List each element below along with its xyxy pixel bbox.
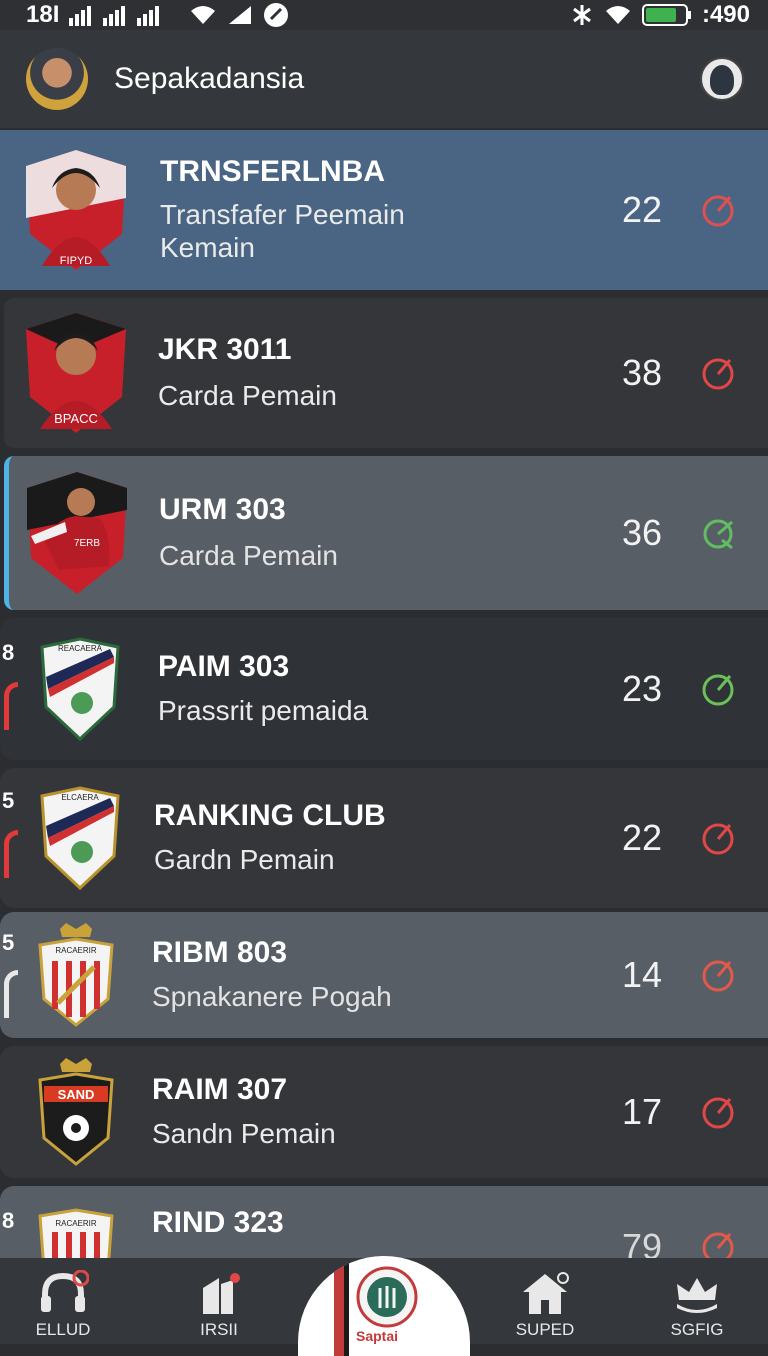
crest-text: REACAERA [58,644,103,653]
row-subtitle: Carda Pemain [158,380,337,412]
headset-icon [41,1270,89,1312]
nav-label: SUPED [515,1320,575,1339]
nav-item-ellud[interactable]: ELLUD [8,1258,118,1344]
side-marker [4,970,18,1018]
row-title: RANKING CLUB [154,798,386,832]
crest-text: ELCAERA [61,793,99,802]
row-title: PAIM 303 [158,649,290,683]
club-crest-icon: REACAERA [40,637,120,741]
crest-text: RACAERIR [55,1219,97,1228]
club-crest-icon: ELCAERA [40,786,120,890]
list-item[interactable]: 5 ELCAERA RANKING CLUB Gardn Pemain 22 [0,768,768,908]
nav-item-sgfig[interactable]: SGFIG [642,1258,752,1344]
row-title: RAIM 307 [152,1072,288,1106]
bluetooth-icon [573,5,591,25]
nav-item-irsii[interactable]: IRSII [164,1258,274,1344]
app-title: Sepakadansia [114,62,305,95]
crest-text: FIPYD [60,255,92,267]
signal-icon [69,6,160,26]
nav-label: ELLUD [35,1320,91,1339]
cell-triangle-icon [229,6,252,24]
nav-label: SGFIG [670,1320,724,1339]
profile-icon[interactable] [700,57,744,101]
list-item[interactable]: SAND RAIM 307 Sandn Pemain 17 [0,1046,768,1178]
side-number: 5 [2,930,15,955]
list-item[interactable]: 7ERB URM 303 Carda Pemain 36 [4,456,768,610]
row-subtitle: Gardn Pemain [154,844,335,876]
row-subtitle: Spnakanere Pogah [152,981,392,1013]
player-crest-icon: FIPYD [26,150,126,270]
row-subtitle: Carda Pemain [159,540,338,572]
row-title: URM 303 [159,492,286,526]
home-icon [523,1272,569,1314]
nav-label: Saptai [356,1328,399,1344]
list-item[interactable]: 5 RACAERIR RIBM 803 Spnakanere Pogah 14 [0,912,768,1038]
row-title: JKR 3011 [158,332,292,366]
row-count: 17 [621,1091,662,1132]
crest-text: BPACC [54,411,98,426]
status-time: 18I [26,1,60,28]
nav-item-suped[interactable]: SUPED [490,1258,600,1344]
row-count: 22 [621,817,662,858]
nav-label: IRSII [200,1320,238,1339]
side-number: 8 [2,640,15,665]
battery-level: :490 [701,1,750,28]
club-crest-icon: RACAERIR [38,923,114,1027]
row-count: 22 [621,189,662,230]
row-subtitle: Sandn Pemain [152,1118,336,1150]
battery-icon [641,4,691,26]
row-count: 38 [621,352,662,393]
app-header: Sepakadansia [0,30,768,128]
side-number: 8 [2,1208,15,1233]
crest-text: 7ERB [74,538,100,549]
list-item[interactable]: 8 RACAERIR RIND 323 79 [0,1186,768,1266]
crest-text: RACAERIR [55,946,97,955]
action-icon[interactable] [700,191,738,229]
club-crest-icon: SAND [38,1058,114,1166]
row-subtitle-2: Kemain [160,232,255,264]
action-icon[interactable] [700,956,738,994]
list-item[interactable]: FIPYD TRNSFERLNBA Transfafer Peemain Kem… [0,130,768,290]
side-marker [4,830,18,878]
wifi-status-icon [605,6,630,24]
row-title: RIBM 803 [152,935,288,969]
action-icon[interactable] [700,514,738,552]
action-icon[interactable] [700,670,738,708]
row-count: 23 [621,668,662,709]
sync-icon [264,3,289,27]
center-stripe [334,1258,344,1356]
action-icon[interactable] [700,819,738,857]
wifi-icon [191,6,216,24]
list-item[interactable]: 8 REACAERA PAIM 303 Prassrit pemaida 23 [0,618,768,760]
center-stripe [344,1258,349,1356]
row-title: RIND 323 [152,1206,284,1239]
action-icon[interactable] [700,354,738,392]
row-subtitle: Transfafer Peemain [160,198,405,230]
row-subtitle: Prassrit pemaida [158,695,369,727]
bottom-nav: ELLUD IRSII Saptai SUPED SGFIG [0,1256,768,1356]
nav-item-center[interactable]: Saptai [298,1256,470,1356]
crown-icon [677,1278,717,1313]
status-bar: 18I :490 [0,0,768,30]
side-number: 5 [2,788,15,813]
list-item[interactable]: BPACC JKR 3011 Carda Pemain 38 [4,298,768,448]
crest-text: SAND [58,1087,95,1102]
side-marker [4,682,18,730]
player-crest-icon: BPACC [26,313,126,433]
club-crest-icon [356,1266,418,1328]
row-count: 14 [621,954,662,995]
player-crest-icon: 7ERB [27,472,127,594]
row-title: TRNSFERLNBA [160,155,385,189]
row-count: 36 [621,512,662,553]
action-icon[interactable] [700,1093,738,1131]
building-icon [203,1273,240,1314]
app-avatar[interactable] [26,48,88,110]
